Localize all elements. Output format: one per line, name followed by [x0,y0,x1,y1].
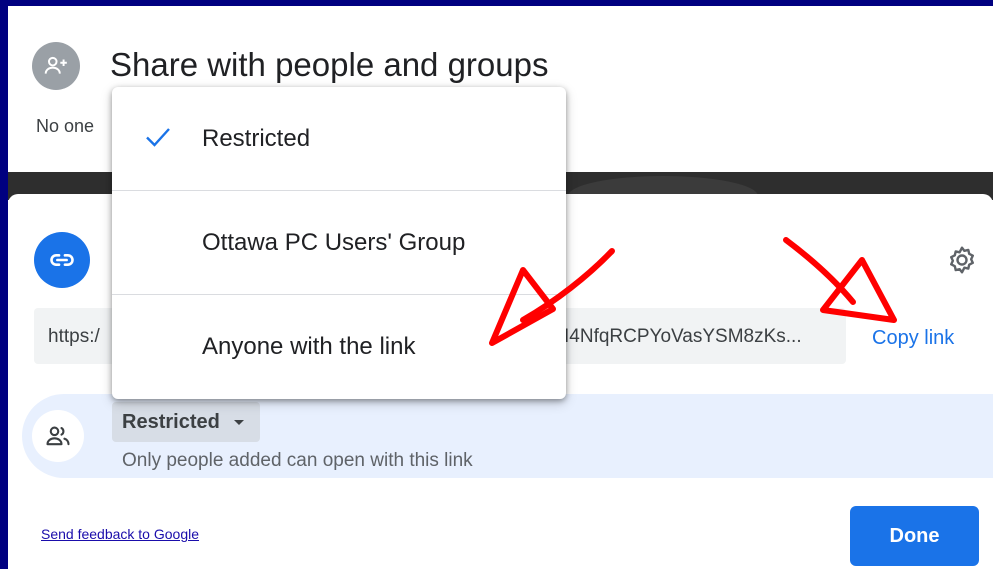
menu-item-restricted[interactable]: Restricted [112,87,566,191]
menu-item-label: Restricted [202,125,311,152]
link-avatar [34,232,90,288]
menu-item-label: Anyone with the link [202,333,416,360]
people-icon [46,426,70,446]
menu-item-anyone[interactable]: Anyone with the link [112,295,566,399]
add-person-avatar [32,42,80,90]
general-access-dropdown[interactable]: Restricted [112,402,260,442]
menu-item-label: Ottawa PC Users' Group [202,229,466,256]
add-person-icon [44,56,67,74]
done-button[interactable]: Done [850,506,979,566]
general-access-row: Restricted Only people added can open wi… [22,394,993,478]
menu-item-group[interactable]: Ottawa PC Users' Group [112,191,566,295]
link-url-prefix: https:/ [48,326,100,347]
chevron-down-icon [233,419,244,425]
check-icon [146,128,170,147]
link-icon [50,254,74,266]
general-access-value: Restricted [122,410,220,433]
people-avatar [32,410,84,462]
link-url-end: I4NfqRCPYoVasYSM8zKs... [564,326,802,347]
gear-icon[interactable] [944,242,980,278]
access-dropdown-menu: Restricted Ottawa PC Users' Group Anyone… [112,87,566,399]
send-feedback-link[interactable]: Send feedback to Google [41,526,199,542]
copy-link-button[interactable]: Copy link [872,327,954,350]
no-one-text: No one [36,116,95,136]
share-dialog: Share with people and groups No one http… [8,6,993,569]
dialog-title: Share with people and groups [110,46,549,83]
general-access-description: Only people added can open with this lin… [122,450,473,471]
